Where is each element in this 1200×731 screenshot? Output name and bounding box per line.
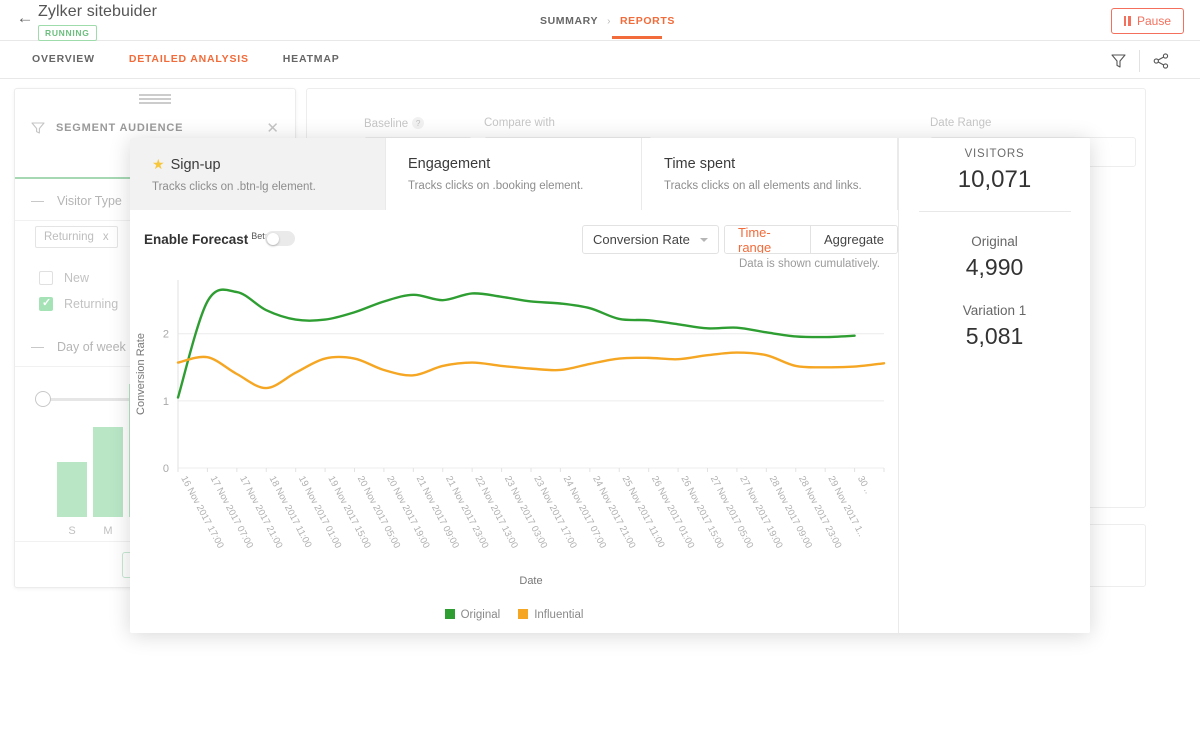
checkbox-returning[interactable] xyxy=(39,296,53,311)
svg-text:2: 2 xyxy=(163,329,169,341)
goal-tab-engagement[interactable]: Engagement Tracks clicks on .booking ele… xyxy=(386,138,642,210)
svg-text:30 ..: 30 .. xyxy=(855,474,873,495)
help-icon[interactable]: ? xyxy=(412,117,425,129)
segment-section-label: Day of week xyxy=(57,339,126,354)
pause-icon xyxy=(1123,16,1131,26)
svg-text:1: 1 xyxy=(163,396,169,408)
collapse-minus-icon: — xyxy=(31,339,44,354)
metric-select[interactable]: Conversion Rate xyxy=(582,225,719,254)
chart-legend: Original Influential xyxy=(130,609,898,621)
stat-label-original: Original xyxy=(971,234,1018,249)
goal-tab-description: Tracks clicks on all elements and links. xyxy=(664,180,862,192)
star-icon: ★ xyxy=(152,156,165,172)
breadcrumb: SUMMARY › REPORTS xyxy=(540,15,675,27)
bar-label: S xyxy=(68,525,76,537)
compare-with-label: Compare with xyxy=(484,117,555,129)
tab-overview[interactable]: OVERVIEW xyxy=(32,53,95,75)
goal-tab-title-row: ★ Sign-up xyxy=(152,156,363,173)
toggle-knob xyxy=(266,232,279,245)
baseline-label: Baseline? xyxy=(364,117,425,130)
legend-swatch xyxy=(444,609,455,619)
goal-tab-name: Time spent xyxy=(664,156,736,172)
status-badge: RUNNING xyxy=(38,25,97,41)
funnel-filter-icon[interactable] xyxy=(1097,49,1139,73)
breadcrumb-separator: › xyxy=(607,15,611,27)
goal-tab-name: Sign-up xyxy=(170,156,221,173)
visitor-stats-panel: VISITORS 10,071 Original 4,990 Variation… xyxy=(898,138,1090,633)
checkbox-new[interactable] xyxy=(39,271,53,285)
breadcrumb-active-underline xyxy=(612,36,662,39)
enable-forecast-toggle[interactable] xyxy=(265,231,295,246)
stat-value-variation-1: 5,081 xyxy=(965,323,1024,349)
svg-text:Conversion Rate: Conversion Rate xyxy=(135,333,147,415)
close-icon[interactable]: ✕ xyxy=(266,119,279,137)
back-arrow-icon[interactable]: ← xyxy=(16,9,34,27)
stat-label-variation-1: Variation 1 xyxy=(962,303,1027,318)
bar-label: M xyxy=(103,525,113,537)
checkbox-returning-label: Returning xyxy=(64,297,119,311)
goal-tab-name: Engagement xyxy=(408,156,491,172)
metric-select-value: Conversion Rate xyxy=(593,232,690,247)
goal-tab-description: Tracks clicks on .btn-lg element. xyxy=(152,181,316,193)
bar xyxy=(57,462,87,517)
funnel-icon xyxy=(31,121,45,135)
filter-chip-label: Returning xyxy=(44,231,94,243)
bar xyxy=(93,427,123,517)
page-title: Zylker sitebuider xyxy=(38,3,158,20)
segment-section-label: Visitor Type xyxy=(57,193,122,208)
legend-swatch xyxy=(518,609,529,619)
cumulative-note: Data is shown cumulatively. xyxy=(738,258,880,270)
section-tab-bar: OVERVIEW DETAILED ANALYSIS HEATMAP xyxy=(0,41,1200,119)
filter-chip-remove-icon[interactable]: x xyxy=(103,231,109,243)
visitors-caption: VISITORS xyxy=(964,148,1025,160)
breadcrumb-summary[interactable]: SUMMARY xyxy=(540,15,598,27)
chevron-down-icon xyxy=(699,237,708,242)
pause-button-label: Pause xyxy=(1136,14,1171,28)
view-mode-aggregate[interactable]: Aggregate xyxy=(811,226,897,253)
top-header-bar: ← Zylker sitebuider RUNNING SUMMARY › RE… xyxy=(0,0,1200,41)
visitors-value: 10,071 xyxy=(957,166,1032,193)
pause-button[interactable]: Pause xyxy=(1110,8,1184,34)
svg-text:Date: Date xyxy=(519,575,542,587)
goal-tab-sign-up[interactable]: ★ Sign-up Tracks clicks on .btn-lg eleme… xyxy=(130,138,386,210)
tab-detailed-analysis[interactable]: DETAILED ANALYSIS xyxy=(129,53,249,75)
legend-label: Influential xyxy=(534,609,584,621)
checkbox-new-label: New xyxy=(64,271,90,285)
stats-divider xyxy=(918,211,1071,212)
chart-svg: 01216 Nov 2017 17:0017 Nov 2017 07:0017 … xyxy=(135,280,886,587)
chart-controls-row: Enable Forecast Beta Conversion Rate Time… xyxy=(130,210,898,270)
conversion-rate-chart: 0 1 2 16 Nov 2017 17:00 17 Nov 2017 07:00 17 … xyxy=(130,270,898,633)
goal-tab-description: Tracks clicks on .booking element. xyxy=(408,180,584,192)
toolbar-icons xyxy=(1097,49,1182,73)
drag-handle-icon[interactable] xyxy=(139,94,171,106)
legend-item-original[interactable]: Original xyxy=(444,609,501,621)
goal-detail-modal: ★ Sign-up Tracks clicks on .btn-lg eleme… xyxy=(130,138,1090,633)
goal-tab-title-row: Time spent xyxy=(664,156,875,172)
goal-tab-title-row: Engagement xyxy=(408,156,619,172)
tab-list: OVERVIEW DETAILED ANALYSIS HEATMAP xyxy=(32,53,340,75)
goal-tab-time-spent[interactable]: Time spent Tracks clicks on all elements… xyxy=(642,138,898,210)
date-range-label: Date Range xyxy=(930,117,992,129)
tab-heatmap[interactable]: HEATMAP xyxy=(283,53,340,75)
goal-tab-list: ★ Sign-up Tracks clicks on .btn-lg eleme… xyxy=(130,138,898,210)
filter-chip-returning[interactable]: Returning x xyxy=(35,226,118,248)
breadcrumb-reports[interactable]: REPORTS xyxy=(620,15,675,27)
collapse-minus-icon: — xyxy=(31,193,44,208)
slider-handle[interactable] xyxy=(35,391,51,407)
checkbox-row-new[interactable]: New xyxy=(39,271,89,285)
svg-text:0: 0 xyxy=(163,463,169,475)
view-mode-time-range[interactable]: Time-range xyxy=(725,226,811,253)
legend-item-influential[interactable]: Influential xyxy=(518,609,583,621)
share-icon[interactable] xyxy=(1140,49,1182,73)
view-mode-toggle-group: Time-range Aggregate xyxy=(724,225,898,254)
legend-label: Original xyxy=(460,609,501,621)
segment-panel-title: SEGMENT AUDIENCE xyxy=(56,122,184,134)
stat-value-original: 4,990 xyxy=(965,254,1024,280)
enable-forecast-label: Enable Forecast Beta xyxy=(144,231,270,247)
checkbox-row-returning[interactable]: Returning xyxy=(39,296,119,311)
